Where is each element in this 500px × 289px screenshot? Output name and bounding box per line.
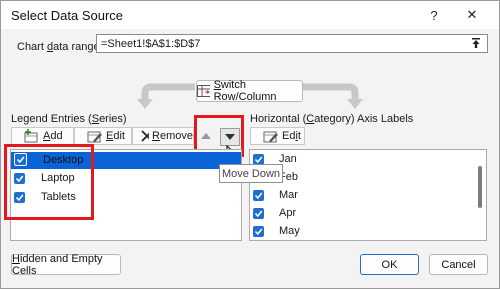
check-icon — [254, 192, 263, 199]
add-icon — [24, 129, 38, 143]
swap-right-arrow-icon — [303, 83, 363, 109]
help-icon: ? — [430, 7, 438, 23]
edit-icon — [87, 131, 102, 143]
list-item[interactable]: May — [253, 225, 300, 237]
axis-label: May — [279, 225, 300, 237]
edit-icon — [263, 131, 278, 143]
remove-label: Remove — [152, 130, 193, 142]
scrollbar[interactable] — [476, 152, 484, 238]
check-icon — [254, 156, 263, 163]
collapse-arrow-icon — [472, 38, 480, 48]
scrollbar-thumb[interactable] — [478, 166, 482, 208]
ok-label: OK — [381, 258, 398, 271]
legend-entries-title: Legend Entries (Series) — [11, 113, 127, 125]
checkbox[interactable] — [253, 207, 264, 219]
cancel-button[interactable]: Cancel — [429, 254, 488, 275]
tooltip-text: Move Down — [221, 167, 281, 180]
checkbox[interactable] — [253, 225, 264, 237]
collapse-dialog-button[interactable] — [469, 36, 483, 50]
add-series-button[interactable]: Add — [11, 127, 74, 145]
remove-series-button[interactable]: Remove — [132, 127, 194, 145]
edit-label: Edit — [282, 130, 301, 142]
move-down-tooltip: Move Down — [219, 164, 283, 183]
title-bar: Select Data Source ? ✕ — [1, 1, 499, 29]
ok-button[interactable]: OK — [360, 254, 419, 275]
axis-labels-title: Horizontal (Category) Axis Labels — [250, 113, 414, 125]
chart-data-range-input[interactable]: =Sheet1!$A$1:$D$7 — [96, 34, 488, 53]
list-item[interactable]: Mar — [253, 189, 298, 201]
help-button[interactable]: ? — [419, 3, 449, 27]
dialog-title: Select Data Source — [11, 8, 124, 23]
series-list-highlight — [4, 144, 94, 220]
close-icon: ✕ — [466, 7, 478, 22]
check-icon — [254, 210, 263, 217]
axis-label: Mar — [279, 189, 298, 201]
add-label: Add — [43, 130, 63, 142]
edit-label: Edit — [106, 130, 125, 142]
checkbox[interactable] — [253, 189, 264, 201]
axis-labels-list: Jan Feb Mar Apr May — [249, 149, 487, 241]
list-item[interactable]: Apr — [253, 207, 296, 219]
hidden-empty-cells-label: Hidden and Empty Cells — [12, 252, 103, 277]
chart-data-range-label: Chart data range: — [17, 41, 103, 53]
edit-series-button[interactable]: Edit — [74, 127, 132, 145]
remove-icon — [141, 130, 150, 142]
switch-row-column-icon — [197, 85, 210, 97]
chart-data-range-value: =Sheet1!$A$1:$D$7 — [101, 38, 201, 50]
select-data-source-dialog: Select Data Source ? ✕ Chart data range:… — [0, 0, 500, 289]
cancel-label: Cancel — [441, 258, 476, 271]
edit-axis-labels-button[interactable]: Edit — [250, 127, 305, 145]
check-icon — [254, 228, 263, 235]
checkbox[interactable] — [253, 153, 264, 165]
axis-label: Apr — [279, 207, 297, 219]
switch-row-column-label: Switch Row/Column — [213, 79, 277, 103]
hidden-empty-cells-button[interactable]: Hidden and Empty Cells — [11, 252, 121, 277]
switch-row-column-button[interactable]: Switch Row/Column — [196, 79, 303, 103]
close-button[interactable]: ✕ — [457, 3, 487, 27]
